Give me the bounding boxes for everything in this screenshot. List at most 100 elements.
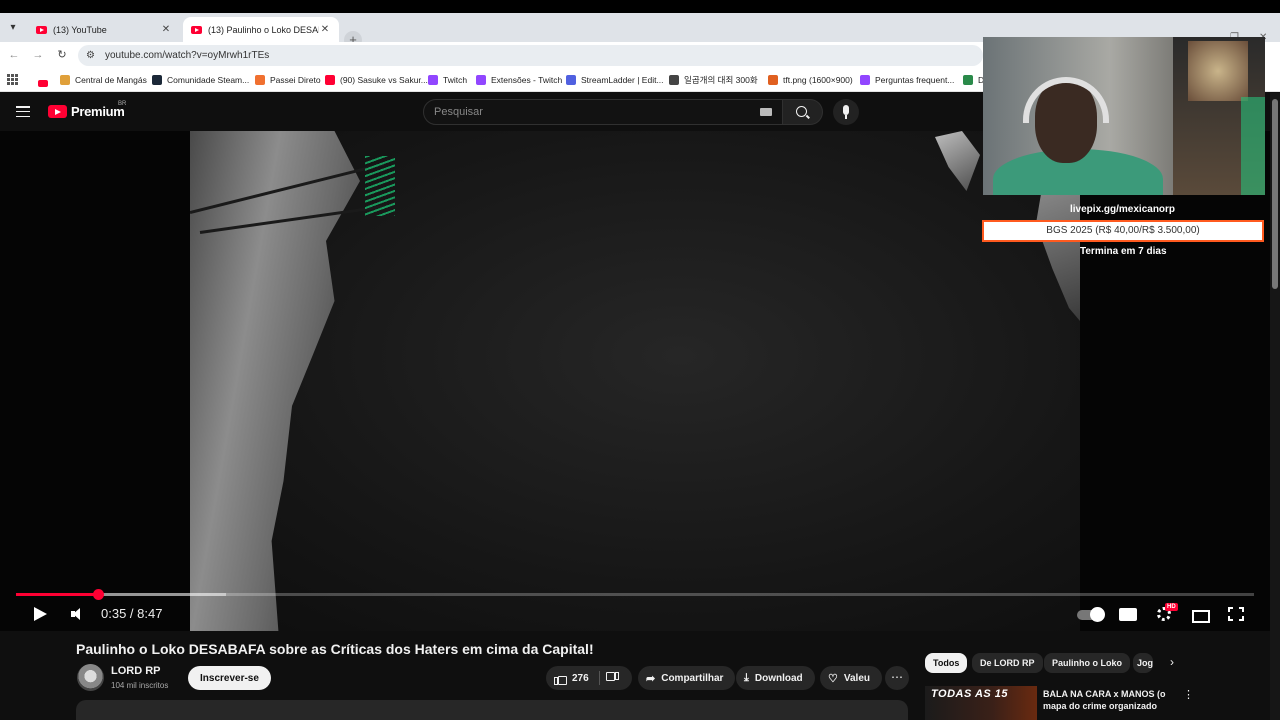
youtube-bookmark-icon[interactable] xyxy=(38,80,48,87)
url-field[interactable]: ⚙ youtube.com/watch?v=oyMrwh1rTEs xyxy=(78,45,983,66)
bookmark-label: StreamLadder | Edit... xyxy=(581,75,664,85)
more-vert-icon[interactable]: ⋮ xyxy=(1183,688,1194,701)
bookmark-item[interactable]: Perguntas frequent... xyxy=(860,73,954,87)
bookmark-item[interactable]: Comunidade Steam... xyxy=(152,73,249,87)
thumbs-down-icon xyxy=(605,672,619,684)
voice-search-mic-icon[interactable] xyxy=(833,99,859,125)
like-button[interactable]: 276 xyxy=(546,666,589,690)
bookmark-favicon-icon xyxy=(963,75,973,85)
share-icon: ➦ xyxy=(646,672,656,685)
download-button[interactable]: ⤓ Download xyxy=(736,666,815,690)
donation-goal: BGS 2025 (R$ 40,00/R$ 3.500,00) xyxy=(982,220,1264,242)
back-icon[interactable]: ← xyxy=(6,47,22,63)
bookmark-favicon-icon xyxy=(60,75,70,85)
bookmark-item[interactable]: (90) Sasuke vs Sakur... xyxy=(325,73,428,87)
bookmark-label: Perguntas frequent... xyxy=(875,75,955,85)
tab-youtube-home[interactable]: (13) YouTube ✕ xyxy=(28,17,180,42)
bookmark-label: Central de Mangás xyxy=(75,75,147,85)
video-rock-top xyxy=(935,131,980,191)
subscriber-count: 104 mil inscritos xyxy=(111,681,169,690)
played-bar xyxy=(16,593,99,596)
channel-avatar[interactable] xyxy=(77,664,104,691)
search-icon xyxy=(796,106,807,117)
bookmark-item[interactable]: 일곱개의 대죄 300화 xyxy=(669,73,758,87)
bookmark-favicon-icon xyxy=(325,75,335,85)
bookmark-item[interactable]: Twitch xyxy=(428,73,467,87)
bookmark-label: 일곱개의 대죄 300화 xyxy=(684,75,758,85)
tab-current-video[interactable]: (13) Paulinho o Loko DESABAFA sobre as C… xyxy=(183,17,339,42)
more-actions-icon[interactable]: ⋯ xyxy=(885,666,909,690)
time-display: 0:35 / 8:47 xyxy=(101,606,163,621)
bookmark-favicon-icon xyxy=(860,75,870,85)
close-icon[interactable]: ✕ xyxy=(160,24,172,35)
filter-chip[interactable]: Paulinho o Loko xyxy=(1044,653,1130,673)
reload-icon[interactable]: ↻ xyxy=(54,47,70,63)
scrollbar-thumb[interactable] xyxy=(1272,99,1278,289)
menu-icon[interactable] xyxy=(16,106,30,117)
video-frame[interactable] xyxy=(190,131,1080,631)
donation-link: livepix.gg/mexicanorp xyxy=(1070,204,1176,215)
download-label: Download xyxy=(754,672,803,684)
bookmark-item[interactable]: Extensões - Twitch xyxy=(476,73,562,87)
bookmark-item[interactable]: D xyxy=(963,73,984,87)
play-button[interactable] xyxy=(32,602,48,626)
close-icon[interactable]: ✕ xyxy=(319,24,331,35)
tab-search-chevron-icon[interactable]: ▾ xyxy=(4,20,22,36)
page-scrollbar[interactable] xyxy=(1270,93,1280,720)
recommendation-thumbnail[interactable]: TODAS AS 15 xyxy=(925,686,1037,720)
theater-mode-icon[interactable] xyxy=(1192,602,1210,626)
apps-grid-icon[interactable] xyxy=(7,74,18,85)
bookmark-label: Comunidade Steam... xyxy=(167,75,250,85)
search-button[interactable] xyxy=(783,99,823,125)
webcam-overlay xyxy=(983,37,1265,195)
filter-chip[interactable]: Jog xyxy=(1133,653,1153,673)
share-button[interactable]: ➦ Compartilhar xyxy=(638,666,736,690)
bookmark-label: Twitch xyxy=(443,75,468,85)
settings-button[interactable]: HD xyxy=(1155,602,1178,626)
video-green-leaves xyxy=(365,156,395,216)
volume-icon[interactable] xyxy=(70,602,86,626)
webcam-poster xyxy=(1188,41,1248,101)
youtube-premium-logo[interactable]: Premium BR xyxy=(48,101,126,119)
bookmark-favicon-icon xyxy=(152,75,162,85)
recommendation-title[interactable]: BALA NA CARA x MANOS (o mapa do crime or… xyxy=(1043,688,1168,712)
bookmark-favicon-icon xyxy=(768,75,778,85)
filter-chip[interactable]: De LORD RP xyxy=(972,653,1043,673)
bookmark-item[interactable]: StreamLadder | Edit... xyxy=(566,73,664,87)
fullscreen-icon[interactable] xyxy=(1228,602,1244,626)
dislike-button[interactable] xyxy=(600,666,624,690)
autoplay-toggle[interactable] xyxy=(1077,602,1105,626)
headset-icon xyxy=(1023,77,1109,123)
progress-bar[interactable] xyxy=(16,589,1254,600)
channel-name[interactable]: LORD RP xyxy=(111,665,161,677)
bookmark-item[interactable]: tft.png (1600×900) xyxy=(768,73,853,87)
thumbnail-text: TODAS AS 15 xyxy=(931,688,1009,700)
bookmark-favicon-icon xyxy=(476,75,486,85)
keyboard-icon[interactable] xyxy=(760,108,772,116)
youtube-favicon-icon xyxy=(191,25,202,34)
filter-chip[interactable]: Todos xyxy=(925,653,968,673)
forward-icon[interactable]: → xyxy=(30,47,46,63)
bookmark-item[interactable]: Central de Mangás xyxy=(60,73,147,87)
thanks-button[interactable]: ♡ Valeu xyxy=(820,666,883,690)
thanks-label: Valeu xyxy=(843,672,871,684)
like-dislike-group: 276 xyxy=(546,666,632,690)
bookmark-label: Passei Direto xyxy=(270,75,321,85)
download-icon: ⤓ xyxy=(744,671,749,684)
chevron-right-icon[interactable]: › xyxy=(1170,655,1174,669)
bookmark-favicon-icon xyxy=(428,75,438,85)
bookmark-favicon-icon xyxy=(255,75,265,85)
subtitles-icon[interactable] xyxy=(1119,602,1137,626)
description-box[interactable] xyxy=(76,700,908,720)
search-input[interactable] xyxy=(434,106,754,118)
youtube-favicon-icon xyxy=(36,25,47,34)
thumbs-up-icon xyxy=(554,672,567,685)
subscribe-button[interactable]: Inscrever-se xyxy=(188,666,271,690)
heart-dollar-icon: ♡ xyxy=(828,672,838,685)
search-box xyxy=(423,99,783,125)
bookmark-item[interactable]: Passei Direto xyxy=(255,73,321,87)
scrubber-handle[interactable] xyxy=(93,589,105,600)
site-settings-icon[interactable]: ⚙ xyxy=(86,50,98,62)
bookmark-favicon-icon xyxy=(566,75,576,85)
tab-title: (13) YouTube xyxy=(53,24,107,35)
